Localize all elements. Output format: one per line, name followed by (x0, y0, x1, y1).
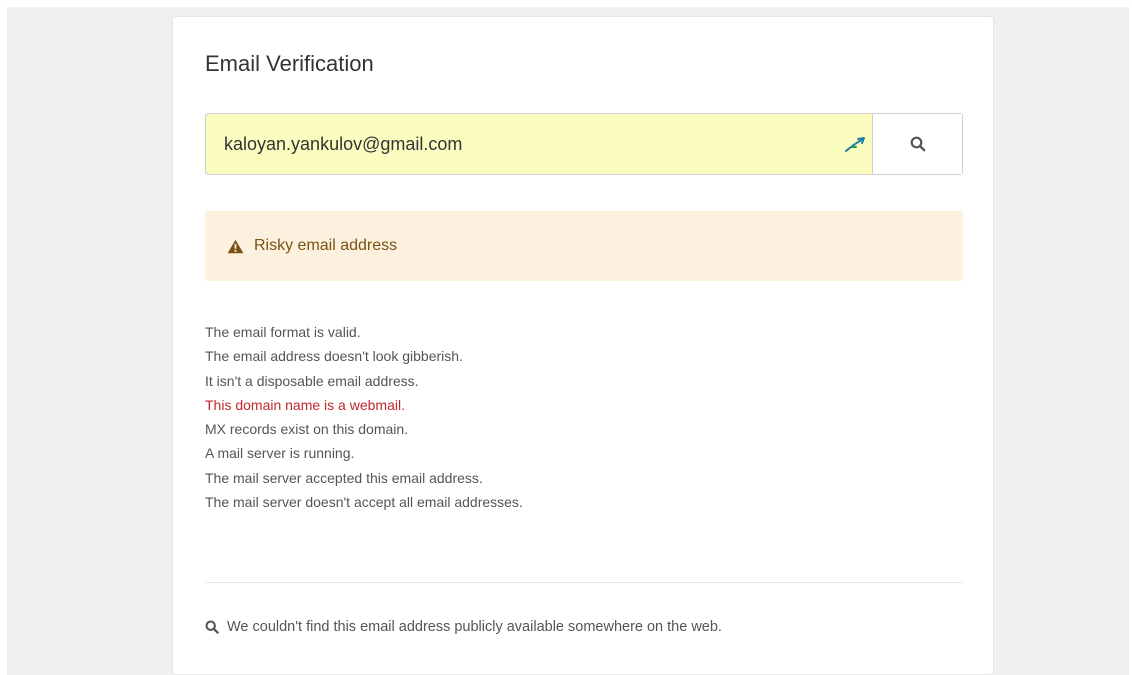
divider (205, 582, 963, 583)
check-item: A mail server is running. (205, 445, 355, 462)
search-button[interactable] (872, 114, 962, 174)
warning-triangle-icon (227, 239, 244, 253)
risk-alert: Risky email address (205, 211, 963, 281)
alert-text: Risky email address (254, 237, 398, 254)
check-item: The mail server doesn't accept all email… (205, 494, 523, 511)
verification-checks-list: The email format is valid. The email add… (205, 320, 523, 514)
web-search-text: We couldn't find this email address publ… (227, 619, 722, 635)
page-title: Email Verification (205, 51, 374, 76)
check-item: The email format is valid. (205, 324, 361, 340)
web-search-note: We couldn't find this email address publ… (205, 619, 722, 635)
check-item: The email address doesn't look gibberish… (205, 348, 463, 365)
email-input[interactable] (206, 114, 872, 174)
verification-card: Email Verification Risky email address T… (172, 16, 994, 675)
autofill-arrow-icon[interactable] (843, 134, 867, 154)
search-icon (910, 136, 925, 152)
check-item: MX records exist on this domain. (205, 421, 409, 438)
check-item-warning: This domain name is a webmail. (205, 396, 405, 413)
check-item: The mail server accepted this email addr… (205, 469, 483, 486)
check-item: It isn't a disposable email address. (205, 372, 419, 389)
search-icon (205, 620, 219, 634)
email-search-group (205, 113, 963, 175)
